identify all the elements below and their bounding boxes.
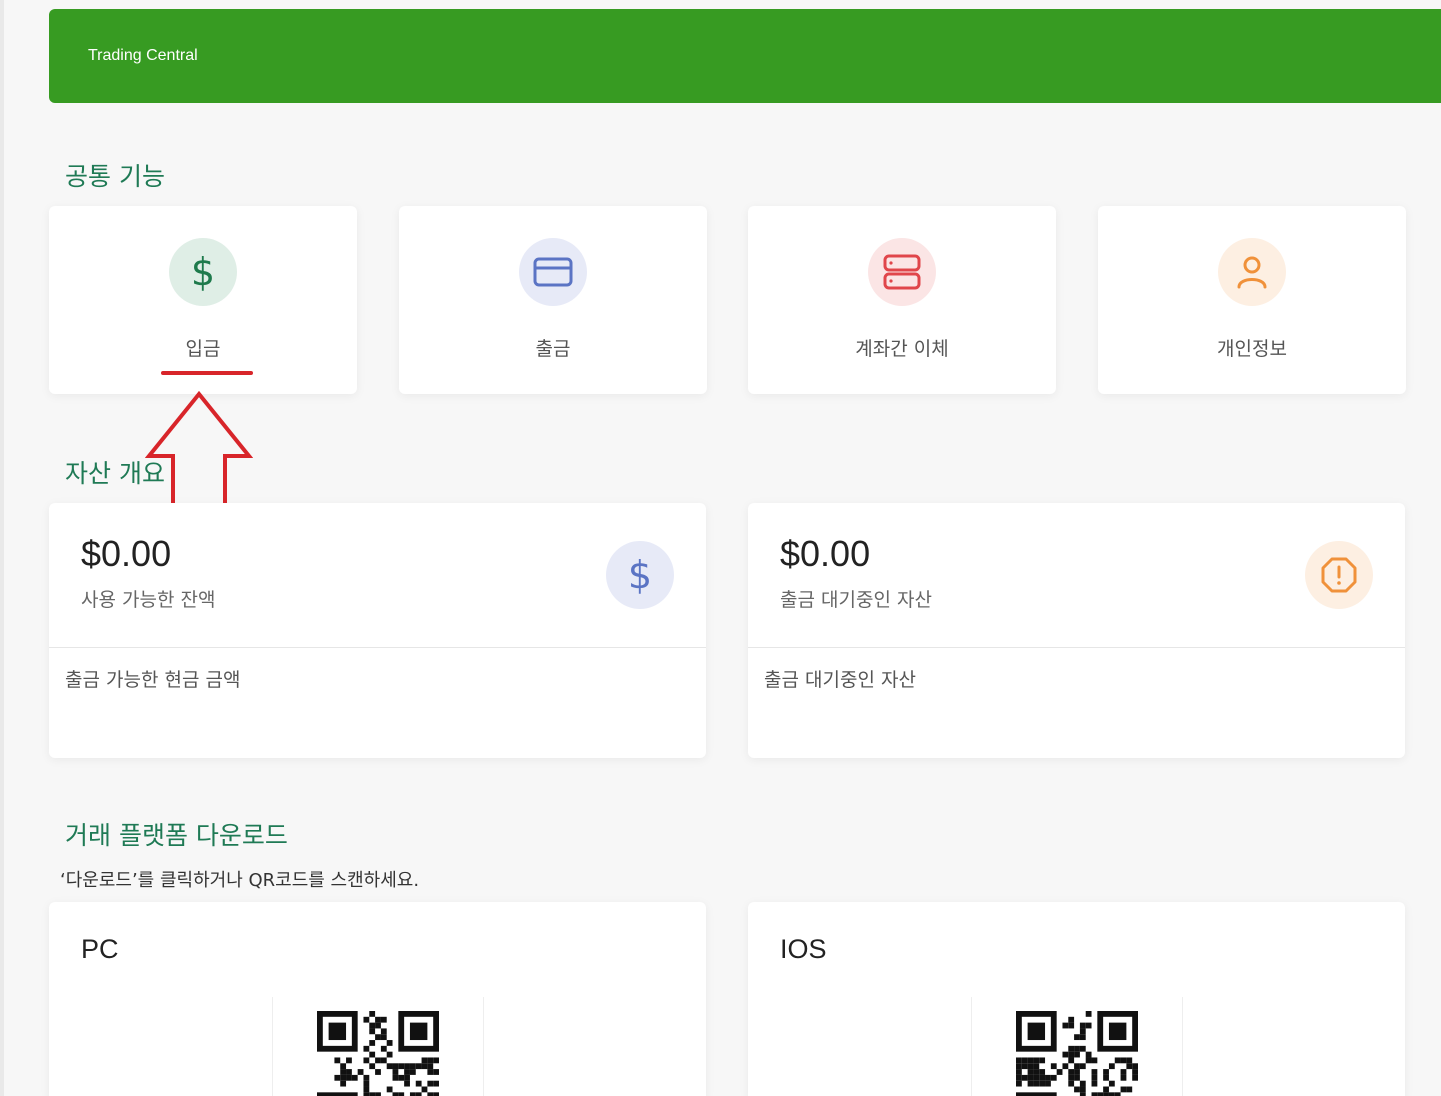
card-divider	[49, 647, 706, 648]
platform-name-ios: IOS	[780, 934, 827, 964]
pending-withdrawal-footer: 출금 대기중인 자산	[764, 669, 916, 691]
dollar-icon: $	[169, 238, 237, 306]
available-balance-amount: $0.00	[81, 533, 172, 574]
deposit-card[interactable]: $ 입금	[49, 206, 357, 394]
pending-withdrawal-amount: $0.00	[780, 533, 871, 574]
available-balance-card: $0.00 사용 가능한 잔액 $ 출금 가능한 현금 금액	[49, 503, 706, 758]
credit-card-icon	[519, 238, 587, 306]
available-balance-label: 사용 가능한 잔액	[81, 589, 216, 611]
profile-label: 개인정보	[1217, 338, 1287, 360]
card-divider	[748, 647, 1405, 648]
server-icon	[868, 238, 936, 306]
page: Trading Central 공통 기능 $ 입금 출금 계좌간 이체 개인정…	[0, 0, 1441, 1096]
alert-octagon-icon	[1305, 541, 1373, 609]
section-title-assets: 자산 개요	[65, 459, 165, 488]
pending-withdrawal-card: $0.00 출금 대기중인 자산 출금 대기중인 자산	[748, 503, 1405, 758]
annotation-underline	[161, 371, 253, 375]
deposit-label: 입금	[185, 338, 221, 360]
ios-download-card[interactable]: IOS	[748, 902, 1405, 1096]
user-icon	[1218, 238, 1286, 306]
banner-title: Trading Central	[88, 47, 198, 64]
pc-download-card[interactable]: PC	[49, 902, 706, 1096]
section-title-common: 공통 기능	[65, 162, 165, 191]
withdraw-label: 출금	[535, 338, 571, 360]
available-balance-footer: 출금 가능한 현금 금액	[65, 669, 241, 691]
header-banner: Trading Central	[49, 9, 1441, 103]
transfer-card[interactable]: 계좌간 이체	[748, 206, 1056, 394]
dollar-icon: $	[606, 541, 674, 609]
pending-withdrawal-label: 출금 대기중인 자산	[780, 589, 932, 611]
section-title-download: 거래 플랫폼 다운로드	[65, 821, 288, 850]
profile-card[interactable]: 개인정보	[1098, 206, 1406, 394]
withdraw-card[interactable]: 출금	[399, 206, 707, 394]
svg-text:$: $	[191, 252, 215, 292]
qr-frame	[971, 997, 1183, 1096]
platform-name-pc: PC	[81, 934, 119, 964]
qr-frame	[272, 997, 484, 1096]
qr-code-icon[interactable]	[1016, 1011, 1138, 1096]
transfer-label: 계좌간 이체	[855, 338, 949, 360]
qr-code-icon[interactable]	[317, 1011, 439, 1096]
download-hint: ‘다운로드’를 클릭하거나 QR코드를 스캔하세요.	[60, 870, 420, 891]
left-strip	[0, 0, 4, 1096]
svg-text:$: $	[628, 555, 652, 595]
